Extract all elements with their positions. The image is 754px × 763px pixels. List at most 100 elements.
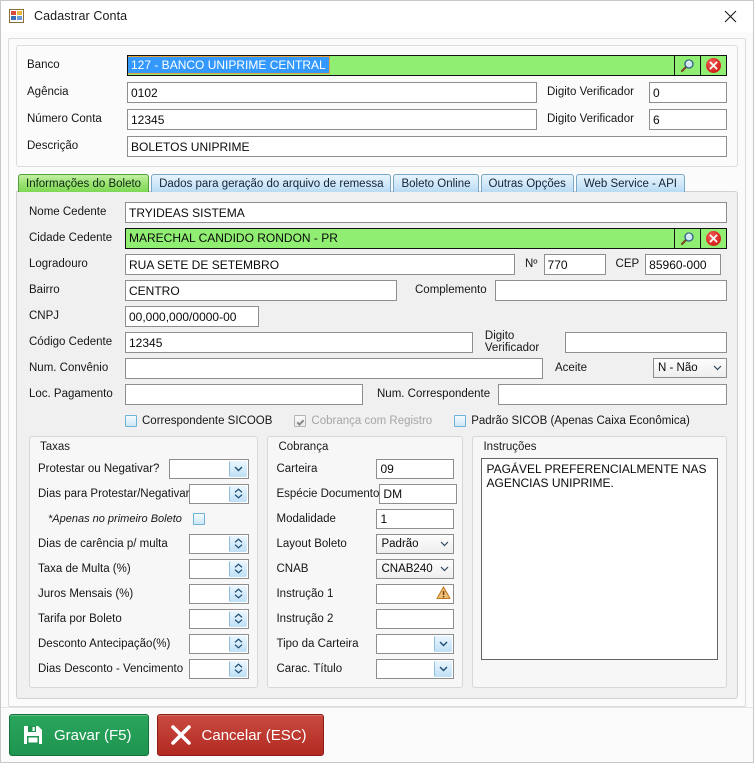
tab-outras-opcoes[interactable]: Outras Opções <box>480 174 574 192</box>
cidade-search-button[interactable] <box>675 227 701 249</box>
banco-clear-button[interactable] <box>701 54 727 76</box>
taxas-row-apenas-primeiro: *Apenas no primeiro Boleto <box>38 508 249 529</box>
codigo-cedente-dv-input[interactable] <box>565 331 727 353</box>
instrucao-2-input[interactable] <box>376 608 455 629</box>
agencia-input[interactable] <box>127 81 537 103</box>
codigo-cedente-input[interactable] <box>125 331 473 353</box>
dias-carencia-stepper[interactable] <box>189 533 250 554</box>
dias-protestar-stepper[interactable] <box>189 483 250 504</box>
tab-boleto-online[interactable]: Boleto Online <box>393 174 479 192</box>
dias-desconto-stepper[interactable] <box>189 658 250 679</box>
aceite-select[interactable]: N - Não <box>653 358 727 378</box>
row-label: *Apenas no primeiro Boleto <box>48 512 182 525</box>
complemento-input[interactable] <box>494 279 727 301</box>
updown-icon[interactable] <box>229 660 248 677</box>
tab-informacoes-do-boleto[interactable]: Informações do Boleto <box>18 174 150 192</box>
cadastrar-conta-window: Cadastrar Conta Banco 127 - BANCO UNIPRI… <box>0 0 754 763</box>
protestar-select[interactable] <box>169 458 250 479</box>
checkbox-apenas-primeiro-boleto[interactable] <box>193 512 206 525</box>
cidade-cedente-label: Cidade Cedente <box>29 232 113 244</box>
row-label: Dias para Protestar/Negativar <box>38 487 190 500</box>
descricao-input[interactable] <box>127 135 727 157</box>
taxas-row-juros-mensais: Juros Mensais (%) <box>38 583 250 604</box>
cnab-value: CNAB240 <box>381 562 433 575</box>
tab-web-service-api[interactable]: Web Service - API <box>575 174 685 192</box>
agencia-dv-input[interactable] <box>649 81 727 103</box>
updown-icon[interactable] <box>229 485 248 502</box>
updown-icon[interactable] <box>229 610 248 627</box>
taxa-multa-stepper[interactable] <box>189 558 250 579</box>
nome-cedente-row: Nome Cedente <box>29 201 727 223</box>
modalidade-input[interactable] <box>376 508 455 529</box>
row-label: Protestar ou Negativar? <box>38 462 160 475</box>
instrucoes-panel: Instruções PAGÁVEL PREFERENCIALMENTE NAS… <box>472 436 727 688</box>
tab-label: Boleto Online <box>401 177 471 190</box>
cnpj-row: CNPJ <box>29 305 727 327</box>
cnpj-input[interactable] <box>125 305 259 327</box>
carac-titulo-select[interactable] <box>376 658 455 679</box>
numero-input[interactable] <box>543 253 606 275</box>
layout-boleto-select[interactable]: Padrão <box>376 533 455 554</box>
stepper-value <box>190 660 229 678</box>
bairro-label: Bairro <box>29 284 60 296</box>
close-icon[interactable] <box>707 1 753 31</box>
title-bar: Cadastrar Conta <box>1 1 753 32</box>
loc-pagamento-label: Loc. Pagamento <box>29 388 113 400</box>
banco-search-button[interactable] <box>675 54 701 76</box>
banco-label: Banco <box>27 59 60 71</box>
cnab-select[interactable]: CNAB240 <box>376 558 455 579</box>
logradouro-label: Logradouro <box>29 258 88 270</box>
conta-dv-label: Digito Verificador <box>547 113 634 125</box>
window-title: Cadastrar Conta <box>34 9 128 23</box>
nome-cedente-input[interactable] <box>125 201 727 223</box>
taxas-row-desconto-antecipacao: Desconto Antecipação(%) <box>38 633 250 654</box>
bairro-input[interactable] <box>125 279 397 301</box>
conta-dv-input[interactable] <box>649 108 727 130</box>
complemento-label: Complemento <box>415 284 487 296</box>
tab-dados-remessa[interactable]: Dados para geração do arquivo de remessa <box>151 174 392 192</box>
tipo-carteira-select[interactable] <box>376 633 455 654</box>
cancel-button[interactable]: Cancelar (ESC) <box>156 714 324 756</box>
updown-icon[interactable] <box>229 535 248 552</box>
numero-conta-label: Número Conta <box>27 113 102 125</box>
juros-mensais-stepper[interactable] <box>189 583 250 604</box>
especie-documento-input[interactable] <box>379 483 458 504</box>
save-button-label: Gravar (F5) <box>54 726 132 744</box>
loc-pagamento-row: Loc. Pagamento Num. Correspondente <box>29 383 727 405</box>
loc-pagamento-input[interactable] <box>125 383 363 405</box>
updown-icon[interactable] <box>229 635 248 652</box>
cep-input[interactable] <box>645 253 722 275</box>
desconto-antecipacao-stepper[interactable] <box>189 633 250 654</box>
cidade-clear-button[interactable] <box>701 227 727 249</box>
row-label: Desconto Antecipação(%) <box>38 637 171 650</box>
num-correspondente-input[interactable] <box>498 383 727 405</box>
checkbox-cobranca-com-registro: Cobrança com Registro <box>294 415 432 427</box>
tab-label: Informações do Boleto <box>26 177 142 190</box>
row-label: Espécie Documento <box>276 487 380 500</box>
red-x-circle-icon <box>706 230 721 246</box>
banco-value: 127 - BANCO UNIPRIME CENTRAL <box>128 56 330 74</box>
updown-icon[interactable] <box>229 585 248 602</box>
updown-icon[interactable] <box>229 560 248 577</box>
num-convenio-input[interactable] <box>125 357 543 379</box>
chevron-down-icon <box>436 541 453 547</box>
instrucoes-textarea[interactable]: PAGÁVEL PREFERENCIALMENTE NAS AGENCIAS U… <box>481 458 718 660</box>
save-button[interactable]: Gravar (F5) <box>9 714 149 756</box>
checkbox-box <box>294 415 307 427</box>
banco-input[interactable]: 127 - BANCO UNIPRIME CENTRAL <box>127 54 675 76</box>
tab-strip: Informações do Boleto Dados para geração… <box>17 173 738 192</box>
logradouro-input[interactable] <box>125 253 515 275</box>
agencia-dv-label: Digito Verificador <box>547 86 634 98</box>
chevron-down-icon <box>229 460 248 477</box>
aceite-value: N - Não <box>658 362 698 374</box>
cidade-cedente-input[interactable]: MARECHAL CANDIDO RONDON - PR <box>125 227 675 249</box>
tarifa-boleto-stepper[interactable] <box>189 608 250 629</box>
checkbox-padrao-sicob[interactable]: Padrão SICOB (Apenas Caixa Econômica) <box>454 415 690 427</box>
footer-actions: Gravar (F5) Cancelar (ESC) <box>1 707 753 762</box>
carteira-input[interactable] <box>376 458 455 479</box>
numero-conta-input[interactable] <box>127 108 537 130</box>
stepper-value <box>190 535 229 553</box>
cobranca-panel: Cobrança Carteira Espécie Documento Moda… <box>267 436 464 688</box>
taxas-row-dias-desconto: Dias Desconto - Vencimento <box>38 658 250 679</box>
checkbox-correspondente-sicoob[interactable]: Correspondente SICOOB <box>125 415 272 427</box>
